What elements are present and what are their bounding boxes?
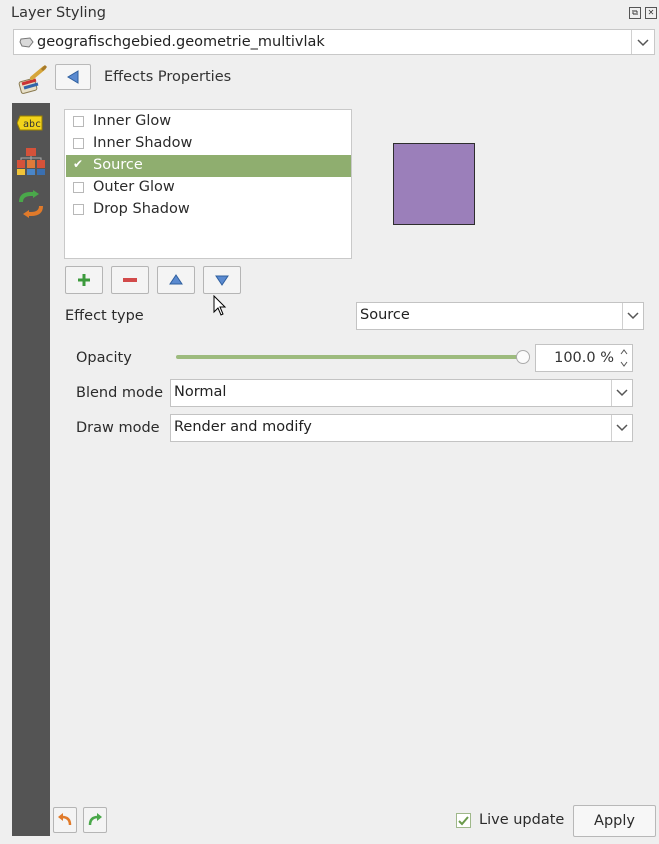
- chevron-down-icon[interactable]: [631, 30, 654, 54]
- labels-tab[interactable]: abc: [16, 114, 45, 132]
- diagrams-tab[interactable]: [16, 146, 46, 176]
- remove-effect-button[interactable]: [111, 266, 149, 294]
- opacity-slider[interactable]: [176, 355, 526, 359]
- effect-label: Source: [93, 157, 143, 173]
- float-button[interactable]: ⧉: [629, 7, 641, 19]
- effect-checkbox[interactable]: [73, 182, 84, 193]
- plus-icon: [78, 274, 90, 286]
- arrow-up-icon: [169, 274, 183, 285]
- draw-mode-select[interactable]: Render and modify: [170, 414, 633, 442]
- layer-select[interactable]: geografischgebied.geometrie_multivlak: [13, 29, 655, 55]
- redo-button[interactable]: [83, 807, 107, 833]
- chevron-down-icon[interactable]: [622, 303, 643, 329]
- effect-item-drop-shadow[interactable]: Drop Shadow: [66, 199, 351, 221]
- effects-properties-title: Effects Properties: [104, 69, 232, 85]
- draw-mode-value: Render and modify: [174, 419, 312, 435]
- paintbrush-icon: [18, 64, 48, 94]
- add-effect-button[interactable]: [65, 266, 103, 294]
- mouse-cursor-icon: [213, 295, 227, 316]
- blend-mode-select[interactable]: Normal: [170, 379, 633, 407]
- effect-type-value: Source: [360, 307, 410, 323]
- effect-label: Outer Glow: [93, 179, 175, 195]
- effect-checkbox[interactable]: [73, 116, 84, 127]
- checkmark-icon[interactable]: ✔: [73, 157, 83, 171]
- effect-label: Inner Shadow: [93, 135, 193, 151]
- effect-label: Inner Glow: [93, 113, 172, 129]
- apply-button[interactable]: Apply: [573, 805, 656, 837]
- spin-arrows-icon[interactable]: [618, 346, 630, 370]
- effect-item-inner-glow[interactable]: Inner Glow: [66, 111, 351, 133]
- undo-icon: [58, 813, 72, 826]
- blend-mode-label: Blend mode: [76, 385, 164, 401]
- history-tab[interactable]: [17, 190, 45, 218]
- effect-checkbox[interactable]: [73, 204, 84, 215]
- effect-label: Drop Shadow: [93, 201, 190, 217]
- svg-text:abc: abc: [23, 119, 41, 130]
- effect-item-source[interactable]: ✔ Source: [66, 155, 351, 177]
- undo-redo-icon: [19, 190, 43, 218]
- minus-icon: [123, 278, 137, 282]
- live-update-checkbox[interactable]: [456, 813, 471, 828]
- effect-preview: [393, 143, 475, 225]
- undo-button[interactable]: [53, 807, 77, 833]
- move-down-button[interactable]: [203, 266, 241, 294]
- effect-item-outer-glow[interactable]: Outer Glow: [66, 177, 351, 199]
- opacity-label: Opacity: [76, 350, 132, 366]
- chevron-down-icon[interactable]: [611, 380, 632, 406]
- back-button[interactable]: [55, 64, 91, 90]
- labels-abc-icon: abc: [16, 115, 43, 131]
- live-update-label: Live update: [479, 812, 565, 828]
- effect-checkbox[interactable]: [73, 138, 84, 149]
- arrow-down-icon: [215, 275, 229, 286]
- opacity-value: 100.0 %: [554, 350, 614, 366]
- opacity-spinbox[interactable]: 100.0 %: [535, 344, 633, 372]
- blend-mode-value: Normal: [174, 384, 227, 400]
- symbology-tab[interactable]: [12, 62, 50, 100]
- chevron-down-icon[interactable]: [611, 415, 632, 441]
- styling-sidebar: abc: [12, 103, 50, 836]
- polygon-layer-icon: [19, 37, 34, 48]
- panel-title: Layer Styling: [11, 5, 106, 21]
- close-button[interactable]: ✕: [645, 7, 657, 19]
- effect-type-label: Effect type: [65, 308, 144, 324]
- move-up-button[interactable]: [157, 266, 195, 294]
- effect-item-inner-shadow[interactable]: Inner Shadow: [66, 133, 351, 155]
- checkmark-icon: [458, 816, 469, 826]
- diagram-icon: [17, 148, 45, 175]
- effects-list[interactable]: Inner Glow Inner Shadow ✔ Source Outer G…: [64, 109, 352, 259]
- redo-icon: [88, 813, 102, 826]
- draw-mode-label: Draw mode: [76, 420, 160, 436]
- layer-select-value: geografischgebied.geometrie_multivlak: [37, 34, 325, 50]
- opacity-slider-handle[interactable]: [516, 350, 530, 364]
- effect-type-select[interactable]: Source: [356, 302, 644, 330]
- triangle-left-icon: [67, 70, 79, 84]
